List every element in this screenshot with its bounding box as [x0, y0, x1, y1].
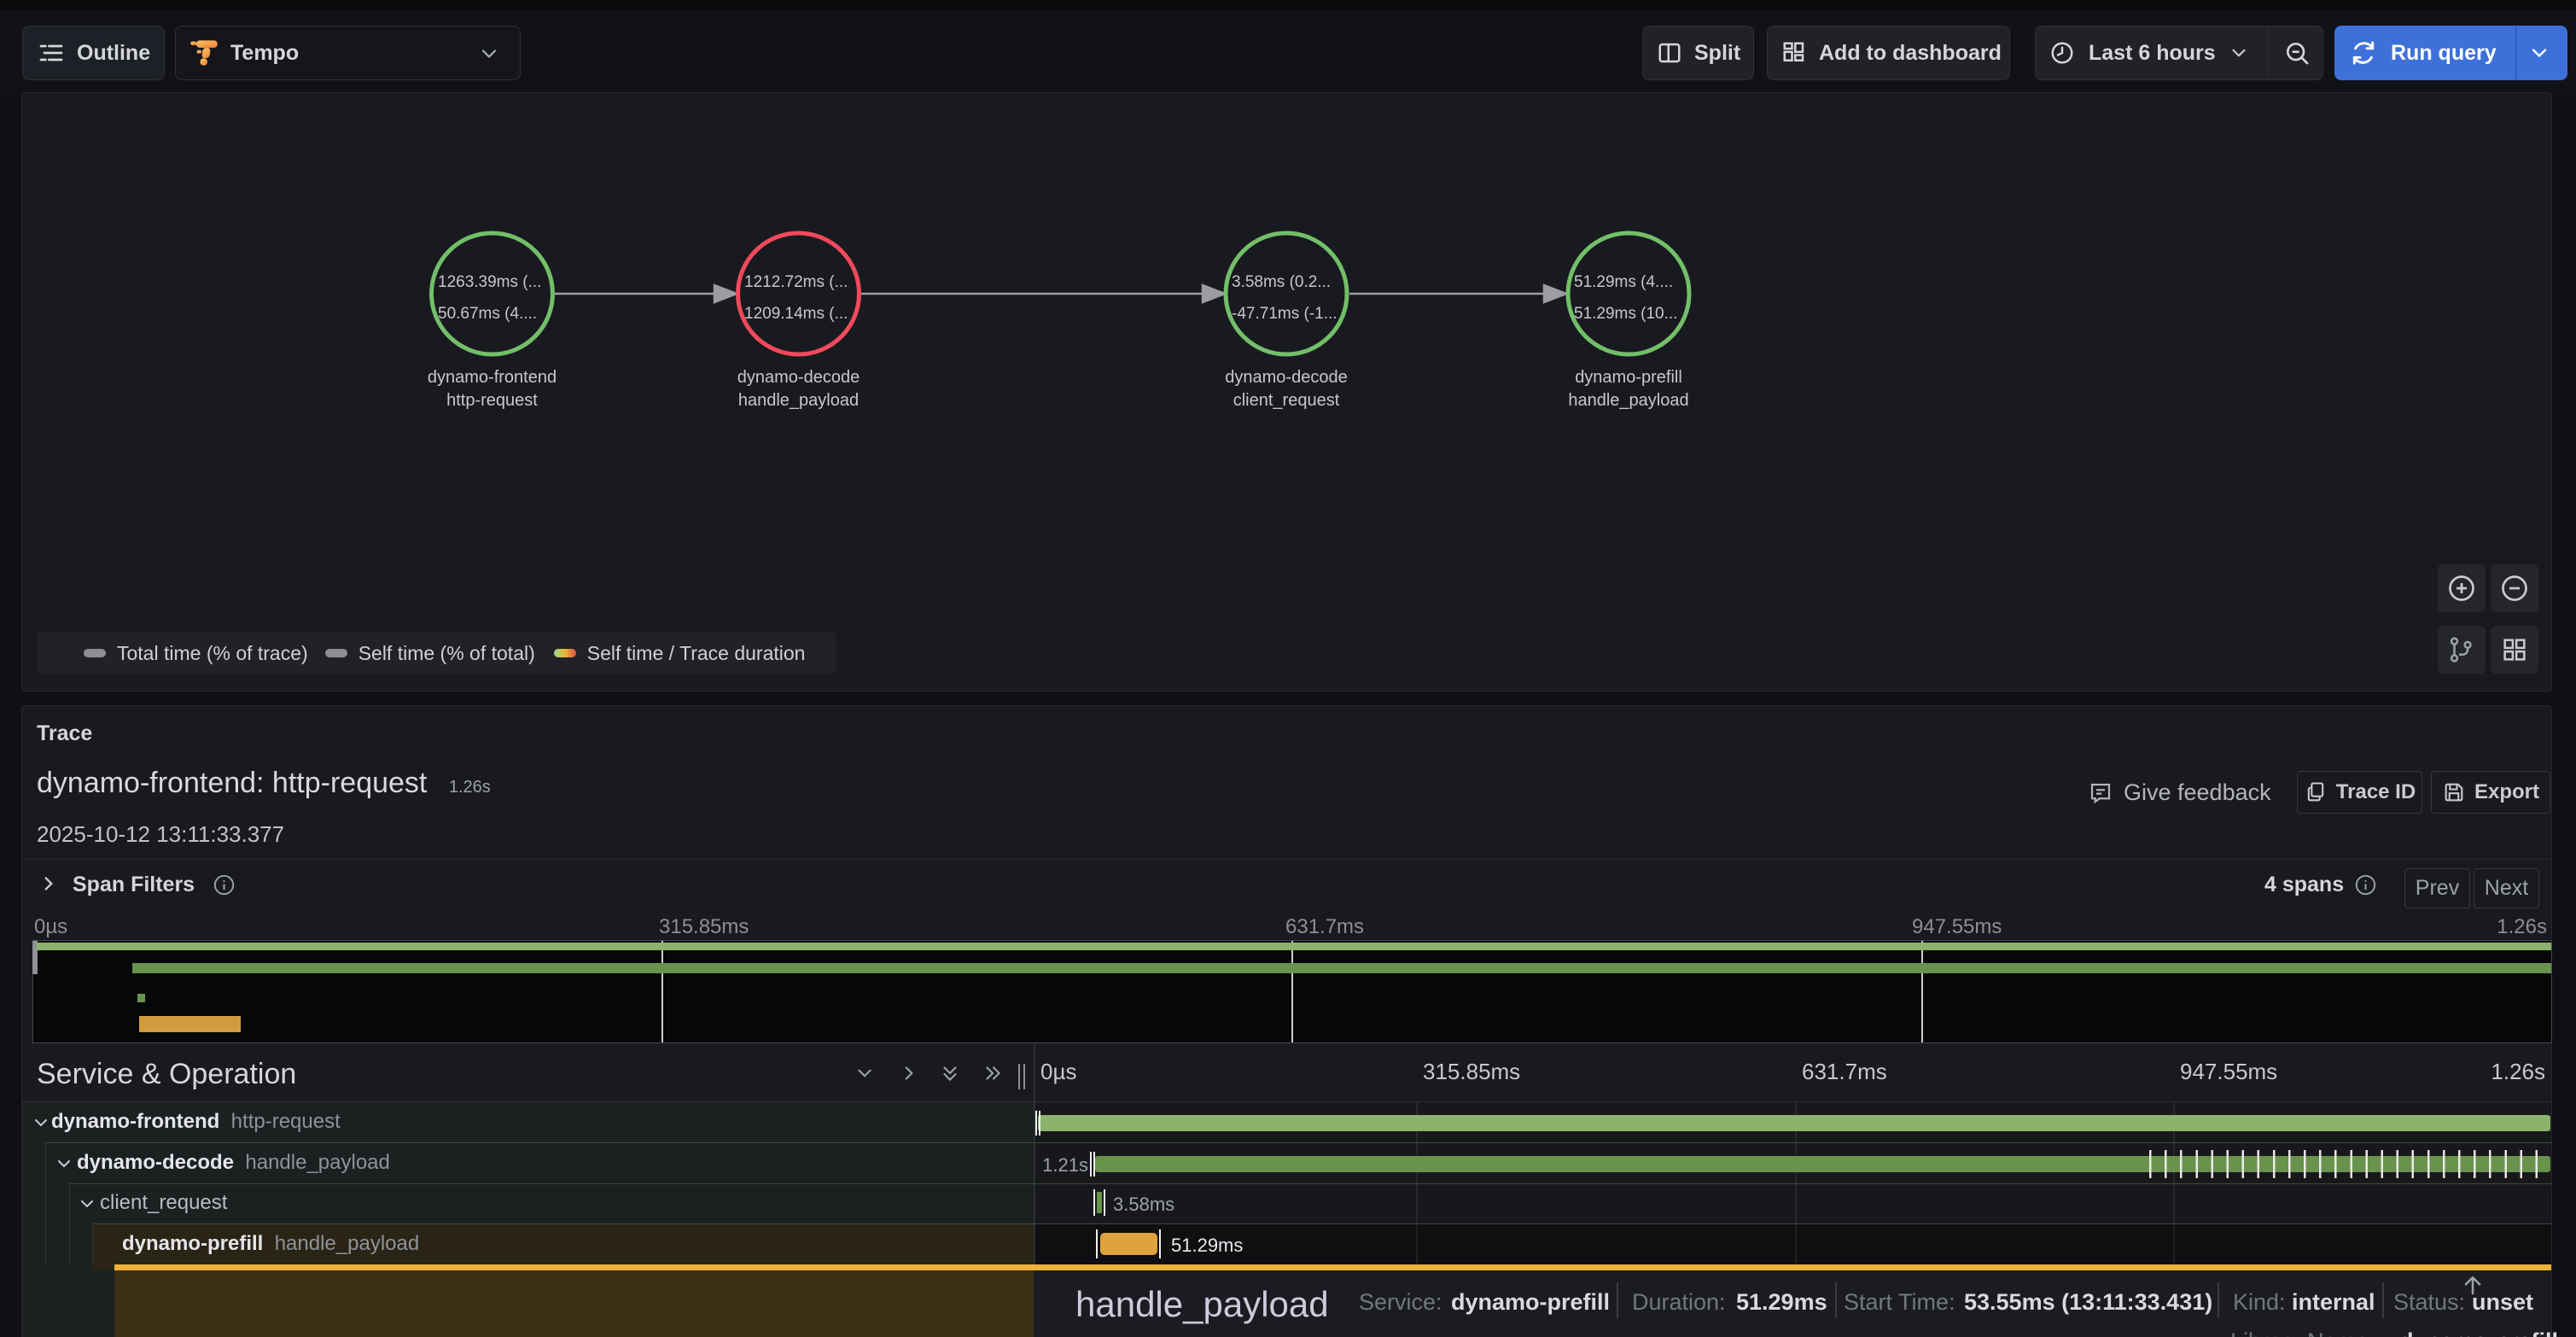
- svg-text:dynamo-prefill: dynamo-prefill: [1575, 368, 1682, 387]
- svg-text:3.58ms (0.2...: 3.58ms (0.2...: [1232, 273, 1331, 291]
- svg-text:client_request: client_request: [1233, 391, 1340, 410]
- svg-text:handle_payload: handle_payload: [1568, 391, 1688, 410]
- svg-text:handle_payload: handle_payload: [738, 391, 859, 410]
- svg-text:1209.14ms (...: 1209.14ms (...: [744, 305, 848, 323]
- svg-text:51.29ms (4....: 51.29ms (4....: [1574, 273, 1673, 291]
- svg-text:dynamo-decode: dynamo-decode: [1225, 368, 1347, 387]
- svg-text:http-request: http-request: [446, 391, 538, 410]
- svg-text:50.67ms (4....: 50.67ms (4....: [438, 305, 537, 323]
- svg-text:51.29ms (10...: 51.29ms (10...: [1574, 305, 1677, 323]
- svg-text:dynamo-decode: dynamo-decode: [737, 368, 860, 387]
- svg-text:1263.39ms (...: 1263.39ms (...: [438, 273, 541, 291]
- svg-text:-47.71ms (-1...: -47.71ms (-1...: [1232, 305, 1338, 323]
- svg-text:dynamo-frontend: dynamo-frontend: [428, 368, 557, 387]
- svg-text:1212.72ms (...: 1212.72ms (...: [744, 273, 848, 291]
